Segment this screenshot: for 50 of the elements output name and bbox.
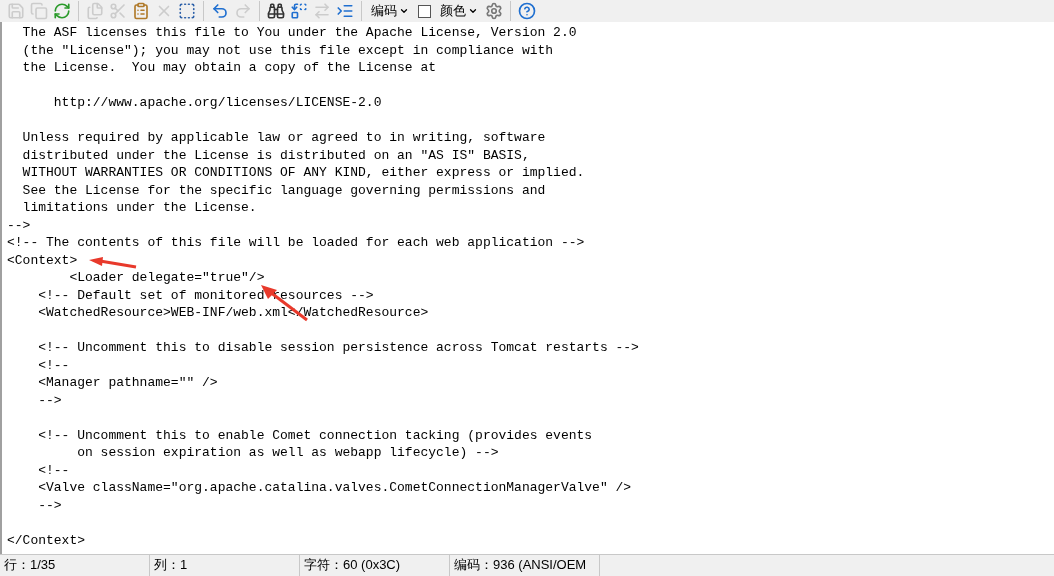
copy-icon	[86, 2, 104, 20]
dropdown-button[interactable]: 编码	[367, 0, 413, 22]
gear-button[interactable]	[483, 0, 505, 22]
arrow-annotation	[88, 257, 138, 269]
code-line: The ASF licenses this file to You under the Apache License, Version 2.0	[21, 24, 577, 42]
gear-icon	[485, 2, 503, 20]
code-line: the License. You may obtain a copy of the License at	[21, 59, 437, 77]
refresh-icon	[53, 2, 71, 20]
code-line: limitations under the License.	[21, 199, 257, 217]
code-line: distributed under the License is distributed on an "AS IS" BASIS,	[21, 146, 530, 164]
code-line: <Context>	[7, 251, 78, 269]
status-cell: 行：1/35	[0, 555, 150, 576]
caret-icon	[399, 6, 409, 16]
help-icon	[518, 2, 536, 20]
code-line: <!--	[37, 356, 70, 374]
code-line: <!-- The contents of this file will be loaded for each web application -->	[7, 234, 585, 252]
code-line: -->	[37, 391, 62, 409]
dropdown-button[interactable]: 颜色	[436, 0, 482, 22]
checkbox[interactable]	[418, 4, 431, 18]
code-line: (the "License"); you may not use this file except in compliance with	[21, 41, 554, 59]
code-line: Unless required by applicable law or agreed to in writing, software	[21, 129, 546, 147]
save-all-icon	[30, 2, 48, 20]
code-line: See the License for the specific language governing permissions and	[21, 181, 546, 199]
code-line: <!-- Uncomment this to disable session persistence across Tomcat restarts -->	[37, 339, 639, 357]
code-line: <Valve className="org.apache.catalina.valves.CometConnectionManagerValve" />	[37, 479, 632, 497]
indent-icon	[336, 2, 354, 20]
code-line: -->	[37, 496, 62, 514]
code-line: <Loader delegate="true"/>	[68, 269, 265, 287]
clipboard-icon	[132, 2, 150, 20]
code-line: <!-- Uncomment this to enable Comet connection tacking (provides events	[37, 426, 593, 444]
status-cell: 字符：60 (0x3C)	[300, 555, 450, 576]
status-cell: 列：1	[150, 555, 300, 576]
swap-icon	[313, 2, 331, 20]
scissors-icon	[109, 2, 127, 20]
code-line: <!--	[37, 461, 70, 479]
code-line: on session expiration as well as webapp lifecycle) -->	[76, 444, 499, 462]
binoculars-button[interactable]	[265, 0, 287, 22]
code-line: <!-- Default set of monitored resources -->	[37, 286, 374, 304]
help-button[interactable]	[516, 0, 538, 22]
binoculars-icon	[267, 2, 285, 20]
save-icon	[7, 2, 25, 20]
status-cell: 编码：936 (ANSI/OEM	[450, 555, 600, 576]
redo-icon	[234, 2, 252, 20]
code-line: WITHOUT WARRANTIES OR CONDITIONS OF ANY KIND, either express or implied.	[21, 164, 585, 182]
code-line: -->	[7, 216, 31, 234]
undo-icon	[211, 2, 229, 20]
code-line: </Context>	[7, 531, 85, 549]
caret-icon	[468, 6, 478, 16]
code-line: <Manager pathname="" />	[37, 374, 218, 392]
code-line: http://www.apache.org/licenses/LICENSE-2.0	[52, 94, 382, 112]
